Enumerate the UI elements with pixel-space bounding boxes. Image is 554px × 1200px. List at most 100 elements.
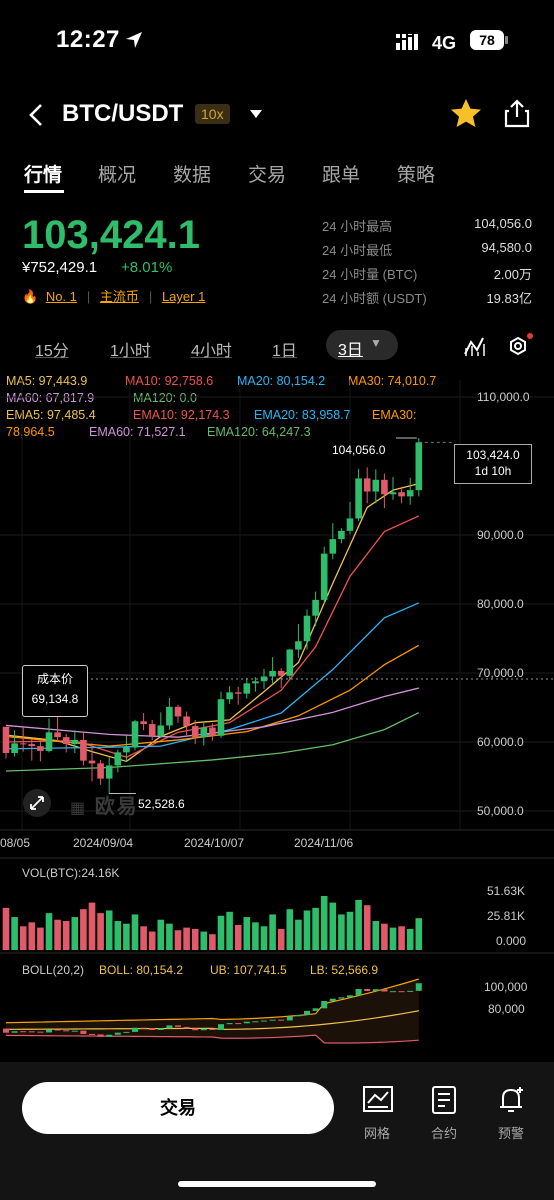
boll-candle — [157, 1028, 164, 1031]
tab-market[interactable]: 行情 — [24, 160, 62, 187]
volume-bar — [19, 926, 27, 950]
volume-bar — [62, 921, 70, 950]
candle-body — [97, 763, 104, 779]
boll-candle — [218, 1024, 224, 1031]
candle-body — [88, 760, 96, 764]
candle-body — [346, 518, 354, 531]
interval-15m[interactable]: 15分 — [35, 337, 69, 361]
tag-rank[interactable]: No. 1 — [46, 289, 77, 304]
contract-icon[interactable] — [426, 1085, 462, 1115]
cost-price-label: 成本价 — [36, 672, 73, 686]
interval-1h[interactable]: 1小时 — [110, 337, 151, 361]
price-change: +8.01% — [121, 259, 173, 276]
settings-icon[interactable] — [506, 332, 534, 360]
candle-body — [131, 721, 139, 748]
boll-tick-80000: 80,000 — [488, 1002, 525, 1016]
boll-candle — [46, 1029, 52, 1033]
boll-candle — [183, 1026, 190, 1029]
volume-bar — [277, 928, 285, 950]
volume-bar — [105, 910, 113, 950]
volume-bar — [234, 924, 242, 950]
tab-trade[interactable]: 交易 — [248, 160, 286, 187]
current-price-tag: 103,424.0 1d 10h — [454, 444, 532, 484]
candle-body — [363, 478, 371, 492]
boll-candle — [63, 1030, 70, 1032]
interval-3d-label: 3日 — [338, 342, 363, 359]
ma-line-ma5 — [5, 483, 419, 763]
tag-category[interactable]: 主流币 — [100, 289, 139, 304]
boll-candle — [37, 1031, 44, 1033]
volume-bar — [312, 907, 319, 950]
alert-icon[interactable] — [493, 1085, 529, 1115]
tab-copy-trade[interactable]: 跟单 — [322, 160, 360, 187]
volume-bar — [389, 927, 397, 950]
tab-data[interactable]: 数据 — [173, 160, 211, 187]
tab-overview[interactable]: 概况 — [98, 160, 136, 187]
trade-button[interactable]: 交易 — [22, 1082, 334, 1134]
contract-label[interactable]: 合约 — [419, 1123, 469, 1142]
cost-price-value: 69,134.8 — [31, 692, 79, 706]
volume-bar — [37, 927, 44, 950]
volume-bar — [209, 934, 216, 950]
candle-body — [183, 716, 190, 727]
boll-candle — [338, 997, 345, 999]
volume-bar — [200, 931, 208, 950]
boll-candle — [97, 1034, 104, 1037]
volume-bar — [415, 918, 423, 950]
tab-strategy[interactable]: 策略 — [397, 160, 435, 187]
candle-body — [114, 752, 122, 766]
boll-candle — [132, 1027, 138, 1032]
candle-body — [54, 732, 61, 738]
boll-candle — [226, 1023, 233, 1025]
boll-candle — [355, 988, 362, 996]
volume-bar — [166, 923, 173, 950]
boll-candle — [390, 991, 396, 993]
y-tick-70000: 70,000.0 — [477, 666, 524, 680]
tag-row: 🔥 No. 1 | 主流币 | Layer 1 — [22, 289, 206, 304]
fullscreen-icon[interactable] — [22, 788, 52, 818]
back-icon[interactable] — [26, 102, 46, 128]
watermark-logo: ▦ 欧易 — [70, 790, 139, 819]
cost-price-tag: 成本价 69,134.8 — [22, 665, 88, 717]
candle-body — [372, 479, 380, 492]
candle-body — [217, 699, 225, 736]
volume-bar — [381, 923, 388, 950]
candle-body — [37, 746, 44, 751]
dropdown-icon[interactable] — [249, 109, 263, 119]
stat-turnover-label: 24 小时额 (USDT) — [322, 291, 427, 306]
volume-bar — [372, 921, 380, 950]
boll-candle — [278, 1019, 285, 1021]
candle-body — [200, 727, 208, 738]
alert-label[interactable]: 预警 — [486, 1123, 536, 1142]
interval-3d[interactable]: 3日 ▼ — [326, 330, 398, 360]
candle-body — [269, 670, 276, 677]
boll-candle — [54, 1029, 61, 1031]
boll-candle — [28, 1031, 35, 1033]
candle-body — [209, 727, 216, 736]
stat-volume-label: 24 小时量 (BTC) — [322, 267, 418, 282]
watermark-text: 欧易 — [94, 796, 139, 818]
stat-low-value: 94,580.0 — [481, 240, 532, 255]
boll-candle — [114, 1032, 121, 1035]
last-price: 103,424.1 — [22, 213, 200, 257]
candle-body — [148, 724, 156, 736]
indicator-icon[interactable] — [463, 334, 487, 358]
boll-candle — [269, 1019, 276, 1021]
candle-body — [338, 530, 345, 540]
candle-body — [329, 539, 337, 554]
boll-band-fill — [6, 979, 419, 1044]
grid-bot-icon[interactable] — [360, 1085, 396, 1115]
vol-tick-mid: 25.81K — [487, 909, 526, 923]
grid-bot-label[interactable]: 网格 — [352, 1123, 402, 1142]
stat-high-label: 24 小时最高 — [322, 219, 393, 234]
interval-1d[interactable]: 1日 — [272, 337, 297, 361]
boll-candle — [80, 1030, 87, 1034]
share-icon[interactable] — [504, 98, 530, 128]
volume-bar — [131, 914, 139, 950]
pair-title[interactable]: BTC/USDT — [62, 100, 183, 128]
interval-4h[interactable]: 4小时 — [191, 337, 232, 361]
candle-body — [28, 744, 36, 747]
tag-layer[interactable]: Layer 1 — [162, 289, 205, 304]
favorite-star-icon[interactable] — [450, 98, 482, 128]
volume-bar — [320, 896, 328, 950]
